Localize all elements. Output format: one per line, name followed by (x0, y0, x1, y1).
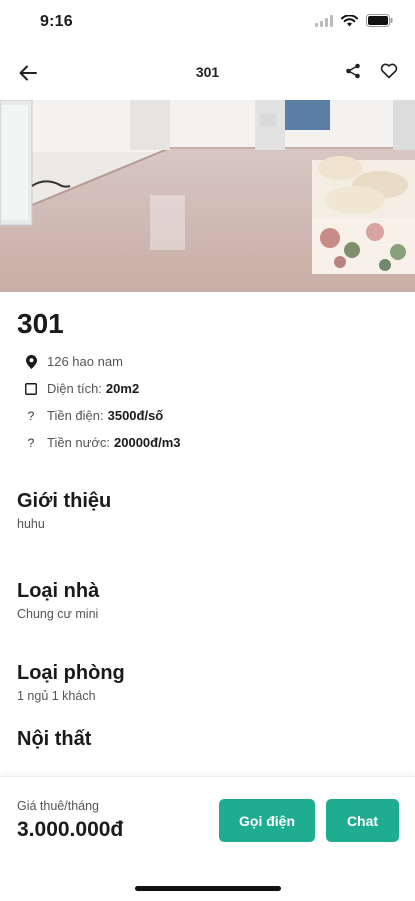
address-text: 126 hao nam (47, 354, 123, 369)
call-button[interactable]: Gọi điện (219, 799, 315, 842)
location-pin-icon (23, 354, 39, 369)
area-row: Diện tích: 20m2 (17, 375, 397, 402)
room-type-title: Loại phòng (17, 662, 125, 684)
signal-icon (315, 14, 333, 27)
water-row: ? Tiền nước: 20000đ/m3 (17, 429, 397, 456)
water-value: 20000đ/m3 (114, 435, 181, 450)
wifi-icon (341, 14, 358, 26)
nav-actions (341, 59, 401, 83)
status-bar: 9:16 (0, 0, 415, 44)
furniture-title: Nội thất (17, 728, 92, 750)
electric-row: ? Tiền điện: 3500đ/số (17, 402, 397, 429)
room-title: 301 (17, 308, 64, 339)
electric-label: Tiền điện: (47, 408, 104, 423)
house-type-title: Loại nhà (17, 580, 100, 602)
room-type-section: Loại phòng 1 ngủ 1 khách (17, 662, 125, 703)
info-list: 126 hao nam Diện tích: 20m2 ? Tiền điện:… (17, 348, 397, 456)
water-label: Tiền nước: (47, 435, 110, 450)
question-icon: ? (27, 408, 35, 423)
electric-value: 3500đ/số (107, 408, 164, 423)
share-button[interactable] (341, 59, 365, 83)
area-label: Diện tích: (47, 381, 102, 396)
status-icons (315, 14, 393, 27)
nav-bar: 301 (0, 50, 415, 96)
intro-section: Giới thiệu huhu (17, 490, 111, 531)
price-value: 3.000.000đ (17, 818, 124, 841)
intro-text: huhu (17, 517, 45, 531)
share-icon (346, 63, 360, 79)
house-type-section: Loại nhà Chung cư mini (17, 580, 99, 621)
area-value: 20m2 (105, 381, 140, 396)
room-details: 301 126 hao nam Diện tích: 20m2 ? Tiền đ… (17, 308, 397, 456)
chat-button[interactable]: Chat (326, 799, 399, 842)
house-type-value: Chung cư mini (17, 607, 99, 621)
favorite-button[interactable] (377, 59, 401, 83)
battery-icon (366, 14, 393, 27)
intro-title: Giới thiệu (17, 490, 112, 512)
address-row: 126 hao nam (17, 348, 397, 375)
furniture-section: Nội thất (17, 728, 91, 751)
price-label: Giá thuê/tháng (17, 799, 100, 813)
status-time: 9:16 (40, 13, 73, 30)
bottom-bar: Giá thuê/tháng 3.000.000đ Gọi điện Chat (0, 776, 415, 901)
home-indicator[interactable] (135, 886, 281, 891)
area-icon (23, 382, 39, 395)
heart-icon (380, 63, 398, 79)
room-type-value: 1 ngủ 1 khách (17, 689, 96, 703)
question-icon: ? (27, 435, 35, 450)
room-photo[interactable] (0, 100, 415, 292)
